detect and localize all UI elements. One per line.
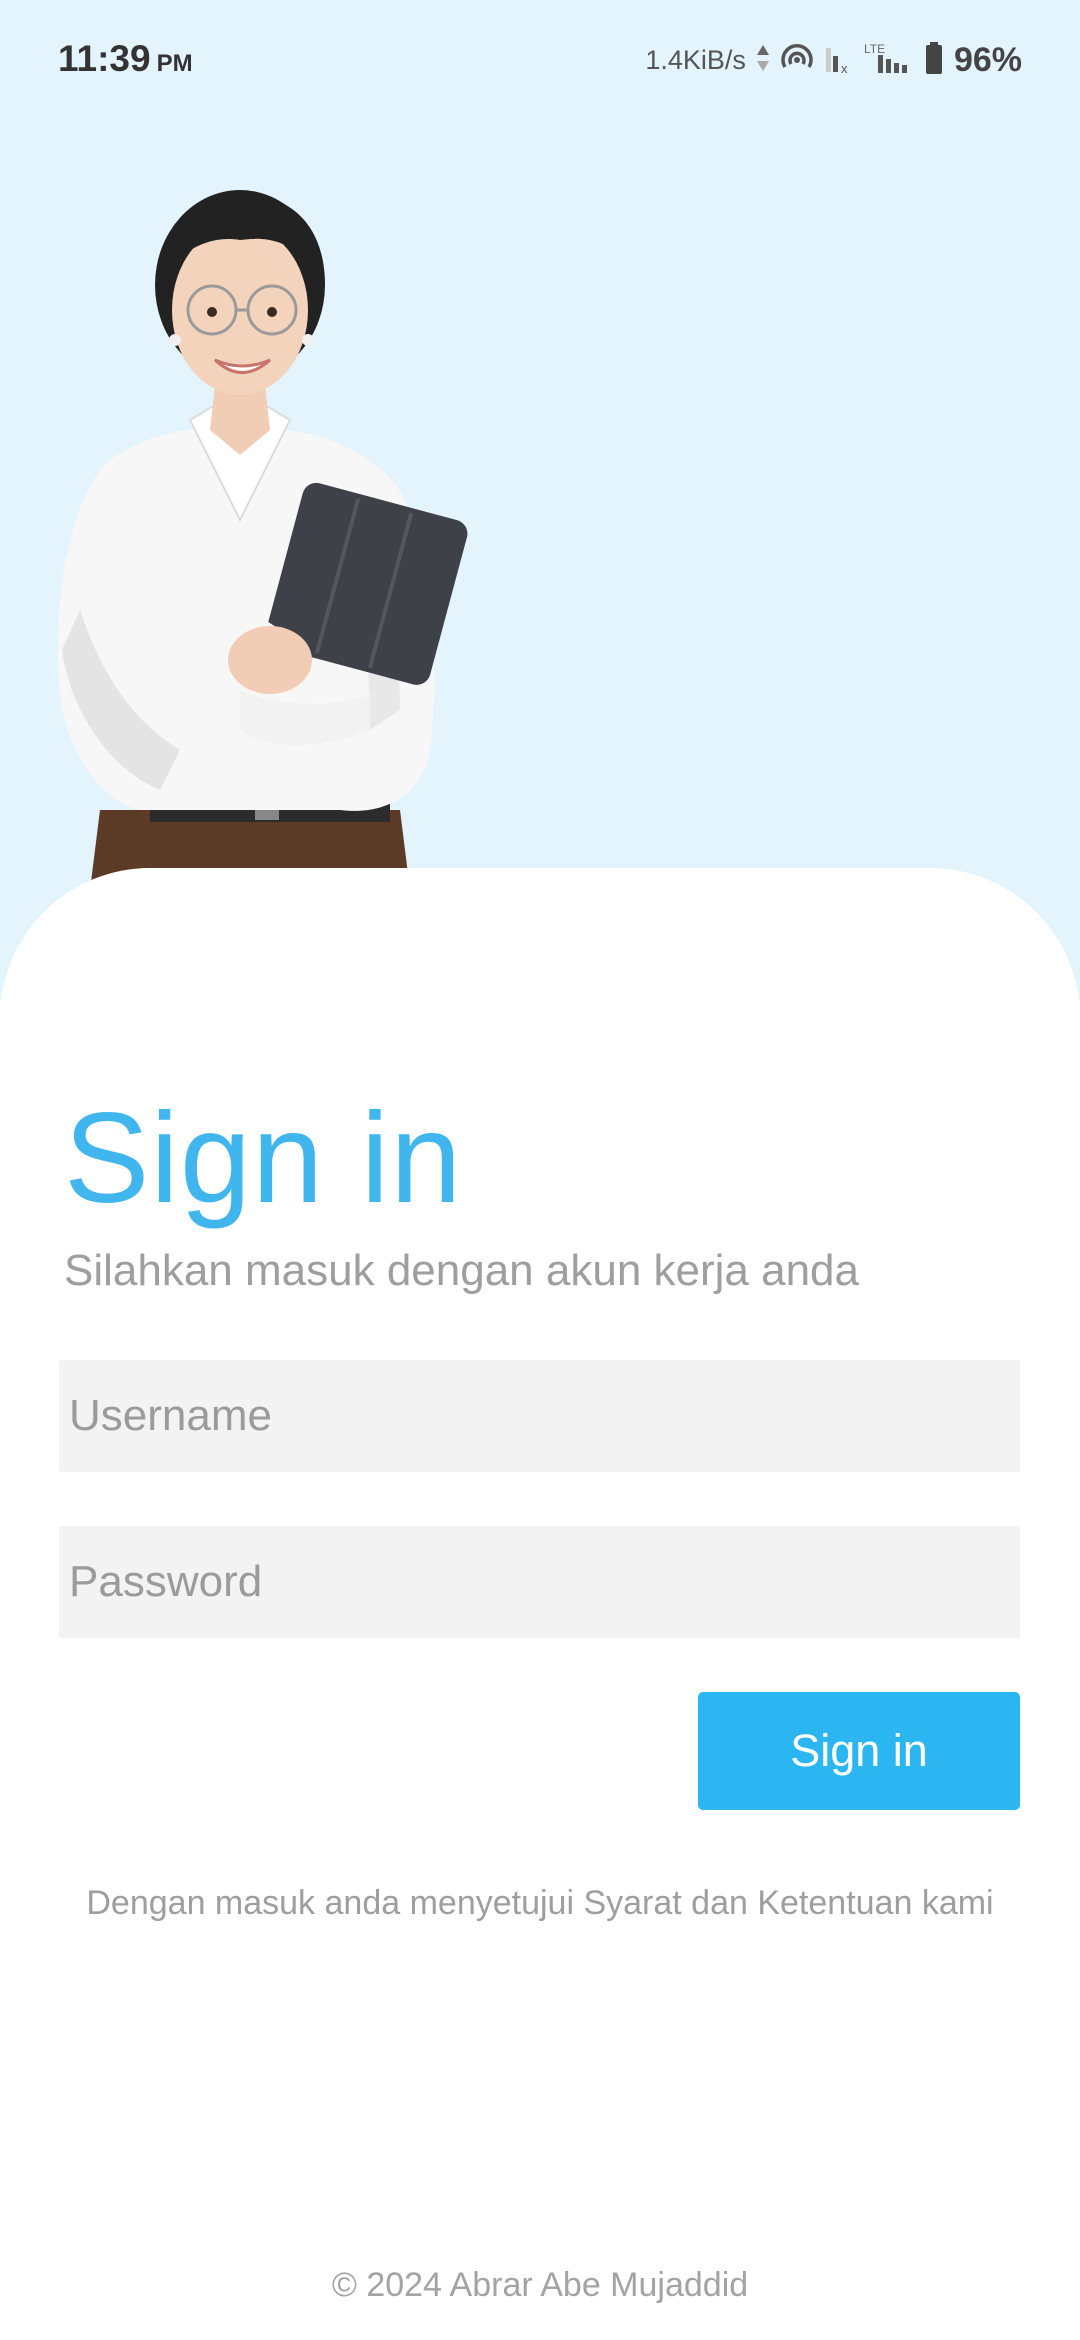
page-title: Sign in bbox=[64, 1087, 463, 1230]
sign-in-button[interactable]: Sign in bbox=[698, 1692, 1020, 1810]
sim-muted-icon: x bbox=[824, 42, 854, 79]
status-time-ampm: PM bbox=[156, 50, 193, 77]
lte-signal-icon: LTE bbox=[864, 41, 914, 80]
hotspot-icon bbox=[780, 43, 814, 78]
battery-percent: 96% bbox=[953, 40, 1022, 79]
woman-with-tablet-illustration bbox=[57, 190, 468, 890]
status-bar: 11:39 PM 1.4KiB/s x LTE 96% bbox=[0, 0, 1080, 122]
password-input[interactable] bbox=[59, 1526, 1020, 1638]
battery-icon bbox=[924, 41, 944, 80]
svg-text:LTE: LTE bbox=[864, 42, 885, 56]
login-screen: 11:39 PM 1.4KiB/s x LTE 96% Sign in Sila… bbox=[0, 0, 1080, 2340]
status-time-value: 11:39 bbox=[58, 38, 151, 79]
username-input[interactable] bbox=[59, 1360, 1020, 1472]
status-icons: 1.4KiB/s x LTE 96% bbox=[645, 38, 1022, 82]
status-time: 11:39 PM bbox=[58, 38, 193, 80]
net-speed: 1.4KiB/s bbox=[645, 44, 746, 75]
svg-text:x: x bbox=[841, 61, 848, 74]
page-subtitle: Silahkan masuk dengan akun kerja anda bbox=[64, 1246, 859, 1295]
copyright-text: © 2024 Abrar Abe Mujaddid bbox=[331, 2266, 749, 2304]
data-arrows-icon bbox=[756, 43, 770, 78]
terms-text: Dengan masuk anda menyetujui Syarat dan … bbox=[86, 1884, 994, 1922]
